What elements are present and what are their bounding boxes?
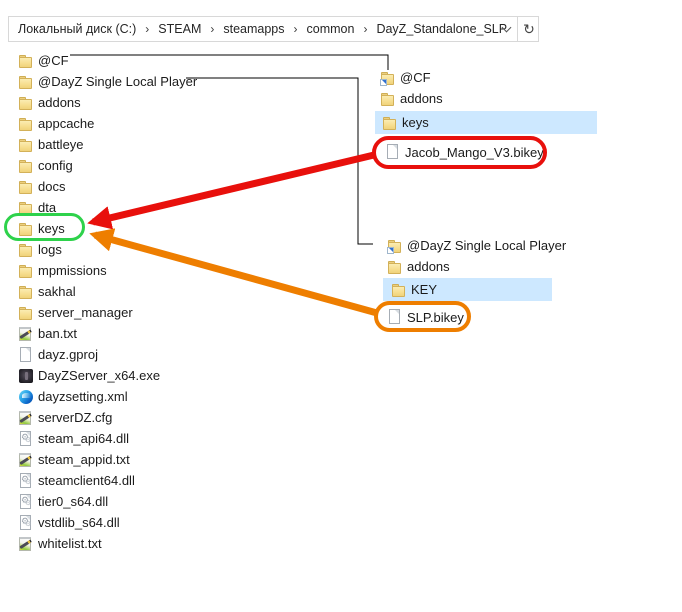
breadcrumb-separator-icon: › [145,22,150,36]
file-item-ban-txt[interactable]: ban.txt [18,323,197,344]
folder-item-appcache[interactable]: appcache [18,113,197,134]
breadcrumb-segment[interactable]: common › [307,22,377,36]
folder-shortcut-icon [380,70,396,86]
folder-icon [380,91,396,107]
folder-item-cf[interactable]: @CF [375,67,597,88]
folder-item-config[interactable]: config [18,155,197,176]
file-icon [385,144,401,160]
cf-folder-panel: @CF addons keys Jacob_Mango_V3.bikey [375,67,597,164]
folder-item-keys[interactable]: keys [375,111,597,134]
dll-icon [18,430,34,447]
folder-icon [18,263,34,279]
folder-item-cf[interactable]: @CF [18,50,197,71]
folder-icon [18,200,34,216]
breadcrumb-segment[interactable]: STEAM › [158,22,223,36]
folder-item-logs[interactable]: logs [18,239,197,260]
folder-item-docs[interactable]: docs [18,176,197,197]
folder-item-dayz-single-local-player[interactable]: @DayZ Single Local Player [18,71,197,92]
file-item-serverdz-cfg[interactable]: serverDZ.cfg [18,407,197,428]
file-item-dayzserver-x64-exe[interactable]: DayZServer_x64.exe [18,365,197,386]
file-item-steam-appid-txt[interactable]: steam_appid.txt [18,449,197,470]
refresh-icon[interactable]: ↻ [517,17,540,41]
folder-item-keys[interactable]: keys [18,218,197,239]
folder-item-addons[interactable]: addons [375,88,597,109]
dll-icon [18,493,34,510]
breadcrumb-separator-icon: › [210,22,215,36]
breadcrumb: Локальный диск (C:) › STEAM › steamapps … [8,16,539,42]
folder-item-sakhal[interactable]: sakhal [18,281,197,302]
file-icon [387,309,403,325]
folder-icon [18,179,34,195]
breadcrumb-separator-icon: › [363,22,368,36]
file-item-whitelist-txt[interactable]: whitelist.txt [18,533,197,554]
folder-icon [18,74,34,90]
notepad-icon [18,326,34,342]
notepad-icon [18,410,34,426]
file-item-steam-api64-dll[interactable]: steam_api64.dll [18,428,197,449]
folder-item-key[interactable]: KEY [383,278,552,301]
folder-icon [18,53,34,69]
edge-icon [18,389,34,405]
folder-item-addons[interactable]: addons [18,92,197,113]
file-item-tier0-s64-dll[interactable]: tier0_s64.dll [18,491,197,512]
file-item-jacob-mango-v3-bikey[interactable]: Jacob_Mango_V3.bikey [375,140,597,164]
file-item-dayz-gproj[interactable]: dayz.gproj [18,344,197,365]
folder-item-server-manager[interactable]: server_manager [18,302,197,323]
breadcrumb-segment[interactable]: steamapps › [223,22,306,36]
folder-icon [391,282,407,298]
folder-shortcut-icon [387,238,403,254]
folder-item-dta[interactable]: dta [18,197,197,218]
notepad-icon [18,452,34,468]
app-dark-icon [18,368,34,384]
file-item-dayzsetting-xml[interactable]: dayzsetting.xml [18,386,197,407]
folder-icon [382,115,398,131]
slp-folder-panel: @DayZ Single Local Player addons KEY SLP… [383,235,566,330]
breadcrumb-segment[interactable]: Локальный диск (C:) › [18,22,158,36]
folder-item-dayz-single-local-player[interactable]: @DayZ Single Local Player [383,235,566,256]
folder-icon [387,259,403,275]
folder-icon [18,137,34,153]
breadcrumb-separator-icon: › [293,22,298,36]
connector-dayz-line [186,77,373,245]
folder-icon [18,305,34,321]
folder-icon [18,284,34,300]
root-folder-list: @CF @DayZ Single Local Player addons app… [18,50,197,554]
folder-icon [18,221,34,237]
notepad-icon [18,536,34,552]
dll-icon [18,472,34,489]
file-item-steamclient64-dll[interactable]: steamclient64.dll [18,470,197,491]
file-item-vstdlib-s64-dll[interactable]: vstdlib_s64.dll [18,512,197,533]
folder-icon [18,95,34,111]
file-explorer-diagram: Локальный диск (C:) › STEAM › steamapps … [0,0,682,612]
folder-item-mpmissions[interactable]: mpmissions [18,260,197,281]
file-item-slp-bikey[interactable]: SLP.bikey [383,304,552,330]
folder-icon [18,242,34,258]
folder-icon [18,158,34,174]
dll-icon [18,514,34,531]
folder-item-addons[interactable]: addons [383,256,552,277]
folder-icon [18,116,34,132]
file-icon [18,346,34,363]
addressbar-controls: ↻ [478,16,540,42]
chevron-down-icon[interactable] [495,17,517,41]
folder-item-battleye[interactable]: battleye [18,134,197,155]
